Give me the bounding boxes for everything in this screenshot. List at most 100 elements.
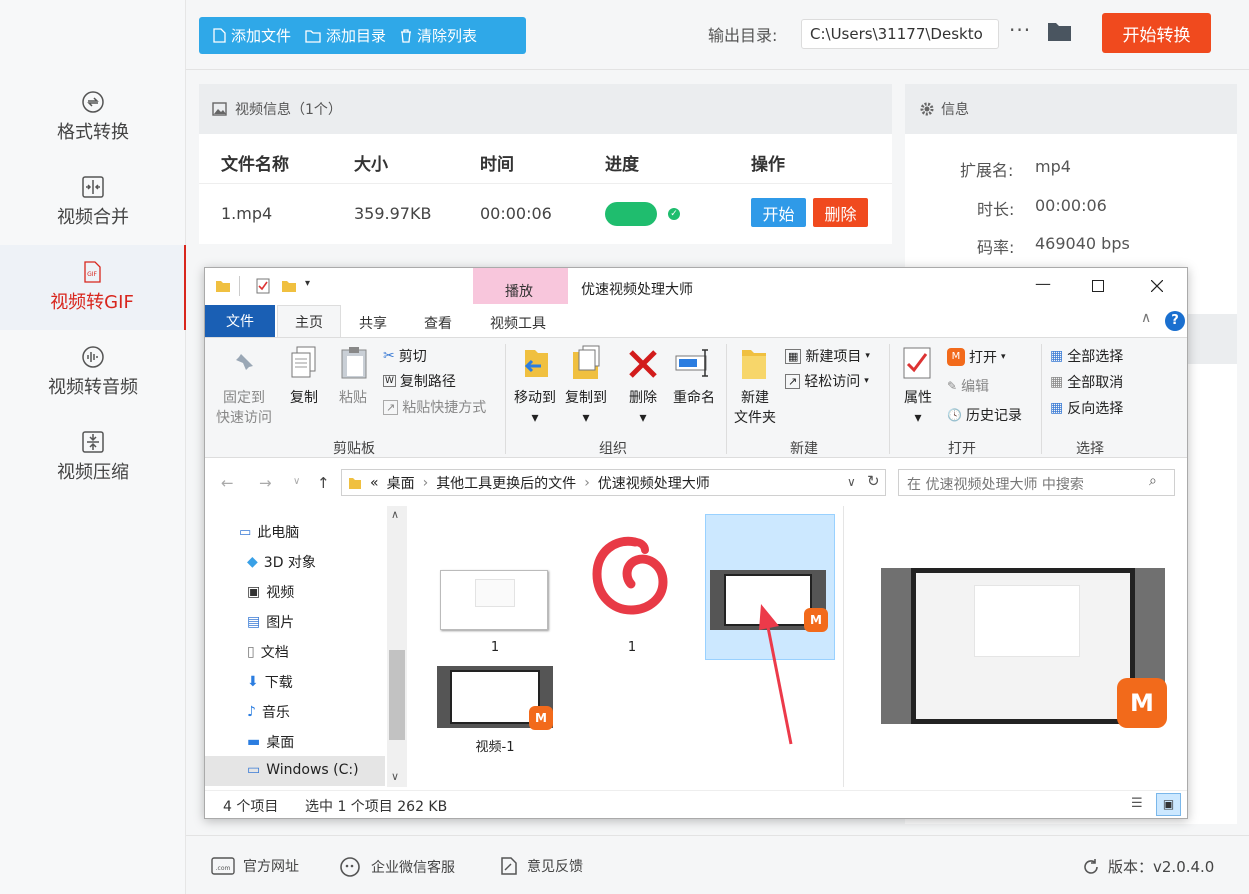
folder-icon[interactable] bbox=[1047, 21, 1072, 42]
pin-quick-access-button[interactable]: 固定到 快速访问 bbox=[211, 388, 277, 428]
add-folder-button[interactable]: 添加目录 bbox=[305, 25, 386, 46]
address-part-desktop[interactable]: 桌面 bbox=[387, 473, 415, 493]
start-button[interactable]: 开始 bbox=[751, 198, 806, 227]
scroll-down-icon[interactable]: ∨ bbox=[391, 770, 399, 783]
version-info[interactable]: 版本：v2.0.4.0 bbox=[1082, 856, 1214, 877]
file-name-1-image[interactable]: 1 bbox=[435, 640, 555, 655]
copy-to-dropdown-icon: ▾ bbox=[582, 410, 590, 426]
close-icon[interactable] bbox=[1151, 280, 1163, 292]
website-link[interactable]: .com 官方网址 bbox=[211, 856, 299, 876]
tab-share[interactable]: 共享 bbox=[359, 313, 387, 333]
nav-pane bbox=[205, 506, 410, 787]
feedback-label: 意见反馈 bbox=[527, 859, 583, 875]
tree-item-drive-c[interactable]: ▭ Windows (C:) bbox=[247, 762, 359, 778]
properties-quick-icon[interactable] bbox=[255, 278, 271, 294]
help-icon[interactable]: ? bbox=[1165, 311, 1185, 331]
tree-item-desktop[interactable]: ▬ 桌面 bbox=[247, 732, 294, 752]
tab-home[interactable]: 主页 bbox=[277, 305, 341, 338]
copy-path-button[interactable]: W 复制路径 bbox=[383, 371, 456, 391]
tab-file[interactable]: 文件 bbox=[205, 305, 275, 337]
maximize-icon[interactable] bbox=[1092, 280, 1104, 292]
move-to-button[interactable]: 移动到 ▾ bbox=[510, 388, 560, 428]
more-button[interactable]: ··· bbox=[1009, 18, 1031, 42]
quick-access-dropdown-icon[interactable]: ▾ bbox=[305, 278, 310, 289]
file-name-1-music[interactable]: 1 bbox=[572, 640, 692, 655]
easy-access-button[interactable]: ↗ 轻松访问 ▾ bbox=[785, 371, 869, 391]
paste-shortcut-button[interactable]: ↗ 粘贴快捷方式 bbox=[383, 397, 486, 417]
tab-video-tools[interactable]: 视频工具 bbox=[490, 313, 546, 333]
collapse-ribbon-icon[interactable]: ∧ bbox=[1141, 310, 1151, 326]
address-folder-icon bbox=[349, 477, 361, 489]
file-thumb-image-1[interactable] bbox=[440, 570, 548, 630]
cut-button[interactable]: ✂ 剪切 bbox=[383, 346, 427, 366]
select-none-button[interactable]: ▦ 全部取消 bbox=[1050, 372, 1123, 392]
address-dropdown-icon[interactable]: ∨ bbox=[847, 475, 856, 489]
details-view-icon[interactable]: ☰ bbox=[1131, 796, 1143, 811]
up-arrow-icon[interactable]: ↑ bbox=[317, 474, 330, 492]
tab-view[interactable]: 查看 bbox=[424, 313, 452, 333]
tree-item-pictures[interactable]: ▤ 图片 bbox=[247, 612, 294, 632]
refresh-icon[interactable]: ↻ bbox=[867, 472, 880, 490]
file-thumb-video-1[interactable]: M bbox=[437, 666, 553, 730]
invert-selection-button[interactable]: ▦ 反向选择 bbox=[1050, 398, 1123, 418]
search-input[interactable]: 在 优速视频处理大师 中搜索 bbox=[898, 469, 1175, 496]
start-convert-button[interactable]: 开始转换 bbox=[1102, 13, 1211, 53]
new-folder-button[interactable]: 新建 文件夹 bbox=[731, 388, 779, 428]
output-dir-input[interactable]: C:\Users\31177\Deskto bbox=[801, 19, 999, 49]
forward-arrow-icon[interactable]: → bbox=[259, 474, 272, 492]
paste-button[interactable]: 粘贴 bbox=[333, 388, 373, 408]
tree-label: 3D 对象 bbox=[263, 555, 316, 571]
address-bar[interactable]: « 桌面 › 其他工具更换后的文件 › 优速视频处理大师 bbox=[341, 469, 886, 496]
recent-dropdown-icon[interactable]: ∨ bbox=[293, 476, 300, 487]
large-icons-view-icon[interactable]: ▣ bbox=[1156, 793, 1181, 816]
website-label: 官方网址 bbox=[243, 859, 299, 875]
preview-video: M bbox=[881, 568, 1167, 728]
tree-item-videos[interactable]: ▣ 视频 bbox=[247, 582, 294, 602]
sidebar-item-video-to-audio[interactable]: 视频转音频 bbox=[0, 345, 186, 423]
select-all-button[interactable]: ▦ 全部选择 bbox=[1050, 346, 1123, 366]
context-tab-play[interactable]: 播放 bbox=[505, 281, 533, 301]
edit-button[interactable]: ✎ 编辑 bbox=[947, 376, 989, 396]
file-name-video-1[interactable]: 视频-1 bbox=[435, 736, 555, 755]
rename-button[interactable]: 重命名 bbox=[668, 388, 720, 408]
feedback-link[interactable]: 意见反馈 bbox=[499, 856, 583, 876]
tree-label: Windows (C:) bbox=[266, 762, 359, 778]
new-item-button[interactable]: ▦ 新建项目 ▾ bbox=[785, 346, 870, 366]
progress-bar bbox=[605, 202, 657, 226]
back-arrow-icon[interactable]: ← bbox=[221, 474, 234, 492]
sidebar-item-video-compress[interactable]: 视频压缩 bbox=[0, 430, 186, 508]
netease-music-icon[interactable] bbox=[591, 536, 671, 618]
history-button[interactable]: 🕓 历史记录 bbox=[947, 405, 1022, 425]
sidebar-item-video-to-gif[interactable]: GIF 视频转GIF bbox=[0, 245, 186, 330]
delete-button[interactable]: 删除 bbox=[813, 198, 868, 227]
scroll-up-icon[interactable]: ∧ bbox=[391, 508, 399, 521]
add-file-label: 添加文件 bbox=[231, 27, 292, 45]
add-file-button[interactable]: 添加文件 bbox=[213, 25, 291, 46]
status-item-count: 4 个项目 bbox=[223, 799, 279, 815]
video-info-panel: 视频信息（1个） 文件名称 大小 时间 进度 操作 1.mp4 359.97KB… bbox=[199, 84, 892, 244]
nav-scrollbar[interactable] bbox=[387, 506, 407, 787]
properties-button[interactable]: 属性 ▾ bbox=[897, 388, 939, 428]
copy-button[interactable]: 复制 bbox=[284, 388, 324, 408]
select-all-label: 全部选择 bbox=[1067, 349, 1124, 365]
address-part-other[interactable]: 其他工具更换后的文件 bbox=[436, 473, 576, 493]
clear-list-button[interactable]: 清除列表 bbox=[400, 25, 477, 46]
feedback-icon bbox=[501, 857, 517, 875]
address-part-current[interactable]: 优速视频处理大师 bbox=[598, 473, 710, 493]
delete-ribbon-button[interactable]: 删除 ▾ bbox=[622, 388, 664, 428]
new-folder-quick-icon[interactable] bbox=[281, 278, 297, 294]
wechat-link[interactable]: 企业微信客服 bbox=[339, 856, 455, 878]
sidebar-item-format-convert[interactable]: 格式转换 bbox=[0, 90, 186, 168]
gear-icon bbox=[920, 102, 934, 116]
open-button[interactable]: M 打开 ▾ bbox=[947, 347, 1006, 367]
copy-to-button[interactable]: 复制到 ▾ bbox=[561, 388, 611, 428]
tree-item-documents[interactable]: ▯ 文档 bbox=[247, 642, 289, 662]
tree-item-downloads[interactable]: ⬇ 下载 bbox=[247, 672, 293, 692]
tree-item-music[interactable]: ♪ 音乐 bbox=[247, 702, 290, 722]
tree-item-this-pc[interactable]: ▭ 此电脑 bbox=[239, 522, 299, 542]
minimize-button[interactable]: — bbox=[1035, 274, 1051, 293]
tree-item-3d-objects[interactable]: ◆ 3D 对象 bbox=[247, 552, 316, 572]
nav-scrollbar-thumb[interactable] bbox=[389, 650, 405, 740]
row-file-size: 359.97KB bbox=[354, 204, 432, 223]
sidebar-item-video-merge[interactable]: 视频合并 bbox=[0, 175, 186, 253]
